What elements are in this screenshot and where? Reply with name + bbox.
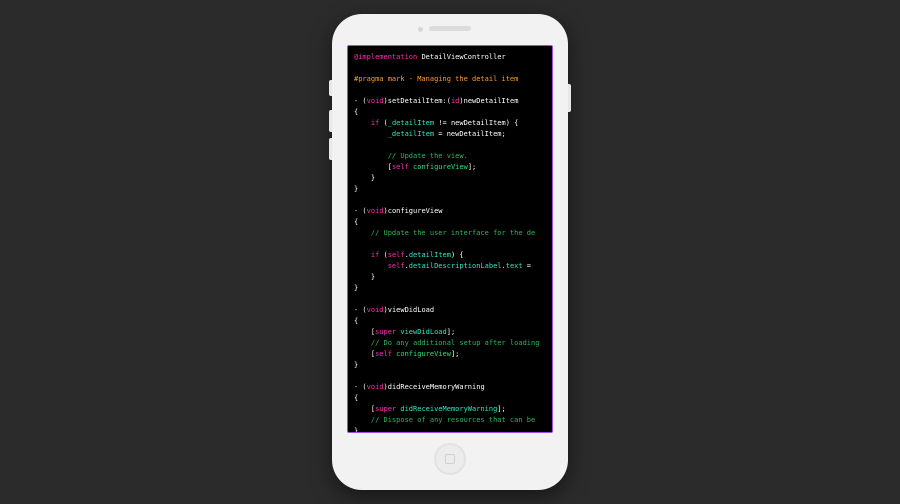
method-name: setDetailItem: bbox=[388, 97, 447, 105]
keyword-if: if bbox=[371, 119, 379, 127]
return-type: void bbox=[367, 97, 384, 105]
comment: // Update the view. bbox=[388, 152, 468, 160]
ivar: _detailItem bbox=[388, 119, 434, 127]
code-editor-content: @implementation DetailViewController #pr… bbox=[354, 52, 548, 433]
mute-switch bbox=[329, 80, 332, 96]
volume-up-button bbox=[329, 110, 332, 132]
property: detailDescriptionLabel bbox=[409, 262, 502, 270]
iphone-device-frame: @implementation DetailViewController #pr… bbox=[332, 14, 568, 490]
super-call: viewDidLoad bbox=[400, 328, 446, 336]
comment: // Dispose of any resources that can be bbox=[371, 416, 535, 424]
method-name: didReceiveMemoryWarning bbox=[388, 383, 485, 391]
presentation-stage: @implementation DetailViewController #pr… bbox=[0, 0, 900, 504]
pragma-mark: #pragma mark - Managing the detail item bbox=[354, 75, 518, 83]
keyword-self: self bbox=[392, 163, 409, 171]
home-button-icon bbox=[445, 454, 455, 464]
property: text bbox=[506, 262, 523, 270]
device-screen[interactable]: @implementation DetailViewController #pr… bbox=[347, 45, 553, 433]
front-camera-icon bbox=[418, 27, 423, 32]
power-button bbox=[568, 84, 571, 112]
method-call: configureView bbox=[396, 350, 451, 358]
keyword-super: super bbox=[375, 328, 396, 336]
volume-down-button bbox=[329, 138, 332, 160]
earpiece-icon bbox=[429, 26, 471, 31]
param-name: newDetailItem bbox=[464, 97, 519, 105]
keyword-implementation: @implementation bbox=[354, 53, 417, 61]
method-name: configureView bbox=[388, 207, 443, 215]
method-name: viewDidLoad bbox=[388, 306, 434, 314]
property: detailItem bbox=[409, 251, 451, 259]
comment: // Do any additional setup after loading bbox=[371, 339, 540, 347]
comment: // Update the user interface for the de bbox=[371, 229, 535, 237]
class-name: DetailViewController bbox=[421, 53, 505, 61]
super-call: didReceiveMemoryWarning bbox=[400, 405, 497, 413]
home-button[interactable] bbox=[434, 443, 466, 475]
method-call: configureView bbox=[413, 163, 468, 171]
